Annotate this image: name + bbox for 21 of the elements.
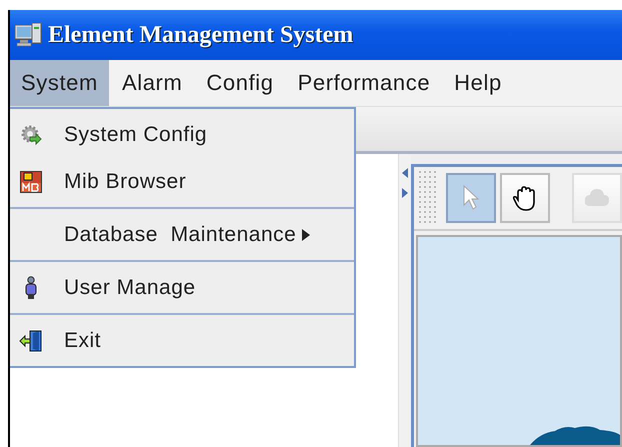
menu-item[interactable]: Alarm (110, 60, 194, 106)
menu-item[interactable]: Performance (286, 60, 442, 106)
hand-icon (512, 184, 538, 212)
menu-item[interactable]: User Manage (10, 264, 354, 311)
menu-item[interactable]: Config (195, 60, 285, 106)
person-icon (24, 276, 38, 300)
menu-item[interactable]: Help (443, 60, 513, 106)
menu-item[interactable]: Database Maintenance (10, 211, 354, 258)
tool-button[interactable] (500, 173, 550, 223)
expand-right-icon[interactable] (402, 188, 408, 198)
menu-item[interactable]: Mib Browser (10, 158, 354, 205)
menu-item[interactable]: System (10, 60, 109, 106)
exit-door-icon (19, 330, 43, 352)
computer-icon (14, 22, 42, 48)
gear-icon (20, 124, 42, 146)
menu-item[interactable]: Exit (10, 317, 354, 364)
window-title: Element Management System (48, 22, 354, 48)
mib-book-icon (20, 170, 42, 192)
menu-item[interactable]: System Config (10, 111, 354, 158)
pointer-icon (461, 185, 481, 211)
collapse-left-icon[interactable] (402, 168, 408, 178)
